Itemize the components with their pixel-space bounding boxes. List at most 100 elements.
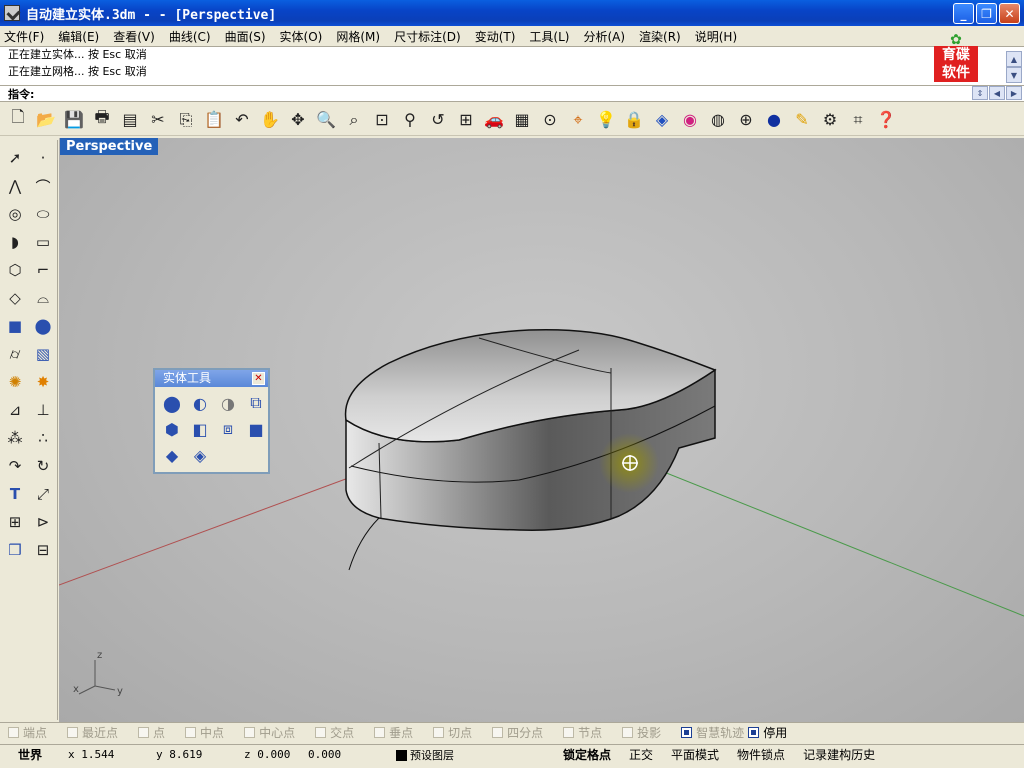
osnap-checkbox[interactable] <box>8 727 19 738</box>
rhino-app-icon[interactable] <box>4 5 20 21</box>
osnap-knot[interactable]: 节点 <box>563 724 602 741</box>
pen-icon[interactable]: ✎ <box>790 108 814 132</box>
minimize-button[interactable]: _ <box>953 3 974 24</box>
arc-icon[interactable]: ◗ <box>3 230 27 254</box>
history-scroll-down-icon[interactable]: ▼ <box>1006 67 1022 83</box>
menu-tools[interactable]: 工具(L) <box>529 28 569 45</box>
ortho-toggle[interactable]: 正交 <box>620 746 662 763</box>
properties-icon[interactable]: ▤ <box>118 108 142 132</box>
zoom-dynamic-icon[interactable]: 🔍 <box>314 108 338 132</box>
dimension-icon[interactable]: ⌗ <box>846 108 870 132</box>
pan-icon[interactable]: ✋ <box>258 108 282 132</box>
menu-dimension[interactable]: 尺寸标注(D) <box>394 28 461 45</box>
undo-icon[interactable]: ↶ <box>230 108 254 132</box>
scale-icon[interactable]: ↻ <box>31 454 55 478</box>
osnap-checkbox[interactable] <box>185 727 197 738</box>
four-viewports-icon[interactable]: ⊞ <box>454 108 478 132</box>
rotate-icon[interactable]: ↷ <box>3 454 27 478</box>
boolean-difference-icon[interactable]: ◐ <box>188 391 212 415</box>
help-icon[interactable]: ❓ <box>874 108 898 132</box>
array-icon[interactable]: ∴ <box>31 426 55 450</box>
osnap-icon[interactable]: ⌖ <box>566 108 590 132</box>
text-icon[interactable]: T <box>3 482 27 506</box>
osnap-near[interactable]: 最近点 <box>67 724 118 741</box>
cap-holes-icon[interactable]: ◧ <box>188 417 212 441</box>
light-icon[interactable]: 💡 <box>594 108 618 132</box>
transform-gear-icon[interactable]: ✺ <box>3 370 27 394</box>
cylinder-icon[interactable]: ⌭ <box>3 342 27 366</box>
menu-edit[interactable]: 编辑(E) <box>58 28 99 45</box>
osnap-tan[interactable]: 切点 <box>433 724 472 741</box>
undo-view-icon[interactable]: ↺ <box>426 108 450 132</box>
menu-mesh[interactable]: 网格(M) <box>336 28 380 45</box>
osnap-checkbox[interactable] <box>563 727 575 738</box>
chamfer-edge-icon[interactable]: ◈ <box>188 443 212 467</box>
grid-snap-toggle[interactable]: 锁定格点 <box>554 746 620 763</box>
rotate-view-icon[interactable]: ✥ <box>286 108 310 132</box>
shell-icon[interactable]: ⧈ <box>216 417 240 441</box>
ellipse-icon[interactable]: ⬭ <box>31 202 55 226</box>
polygon-icon[interactable]: ⬡ <box>3 258 27 282</box>
osnap-perp[interactable]: 垂点 <box>374 724 413 741</box>
solid-tools-title[interactable]: 实体工具 ✕ <box>155 370 268 387</box>
planar-toggle[interactable]: 平面模式 <box>662 746 728 763</box>
osnap-quad[interactable]: 四分点 <box>492 724 543 741</box>
new-icon[interactable]: 🗋 <box>6 107 30 132</box>
close-button[interactable]: ✕ <box>999 3 1020 24</box>
rectangle-icon[interactable]: ▭ <box>31 230 55 254</box>
zoom-selected-icon[interactable]: ⚲ <box>398 108 422 132</box>
boolean-split-icon[interactable]: ⧉ <box>244 391 268 415</box>
menu-render[interactable]: 渲染(R) <box>639 28 681 45</box>
osnap-checkbox[interactable] <box>315 727 327 738</box>
osnap-checkbox[interactable] <box>374 727 386 738</box>
osnap-checkbox[interactable] <box>138 727 150 738</box>
trim-icon[interactable]: ⊿ <box>3 398 27 422</box>
menu-solid[interactable]: 实体(O) <box>280 28 323 45</box>
zoom-window-icon[interactable]: ⌕ <box>342 108 366 132</box>
menu-file[interactable]: 文件(F) <box>4 28 44 45</box>
select-arrow-icon[interactable]: ➚ <box>3 146 27 170</box>
osnap-smarttrack[interactable]: 智慧轨迹 <box>681 724 744 741</box>
osnap-checkbox[interactable] <box>681 727 693 738</box>
paste-icon[interactable]: 📋 <box>202 108 226 132</box>
menu-transform[interactable]: 变动(T) <box>475 28 516 45</box>
dimension-ruler-icon[interactable]: ⊟ <box>31 538 55 562</box>
solid-tools-close-button[interactable]: ✕ <box>252 372 265 385</box>
grid-plane-icon[interactable]: ▦ <box>510 108 534 132</box>
car-icon[interactable]: 🚗 <box>482 108 506 132</box>
settings-gear-icon[interactable]: ⚙ <box>818 108 842 132</box>
osnap-disable[interactable]: 停用 <box>748 724 787 741</box>
cplane-icon[interactable]: ⊙ <box>538 108 562 132</box>
save-icon[interactable]: 💾 <box>62 108 86 132</box>
command-input[interactable] <box>38 86 919 101</box>
boolean-union-icon[interactable]: ⬤ <box>160 391 184 415</box>
record-history-toggle[interactable]: 记录建构历史 <box>794 746 884 763</box>
print-icon[interactable]: 🖶 <box>90 107 114 132</box>
current-layer[interactable]: 预设图层 <box>388 747 554 763</box>
menu-surface[interactable]: 曲面(S) <box>225 28 266 45</box>
osnap-int[interactable]: 交点 <box>315 724 354 741</box>
osnap-toggle[interactable]: 物件锁点 <box>728 746 794 763</box>
osnap-center[interactable]: 中心点 <box>244 724 295 741</box>
restore-button[interactable]: ❐ <box>976 3 997 24</box>
open-icon[interactable]: 📂 <box>34 108 58 132</box>
mirror-icon[interactable]: ⊳ <box>31 510 55 534</box>
osnap-checkbox[interactable] <box>748 727 760 738</box>
move-icon[interactable]: ⤢ <box>31 482 55 506</box>
menu-curve[interactable]: 曲线(C) <box>169 28 211 45</box>
osnap-checkbox[interactable] <box>433 727 445 738</box>
solid-cube-icon[interactable]: ❒ <box>3 538 27 562</box>
color-icon[interactable]: ◉ <box>678 108 702 132</box>
menu-view[interactable]: 查看(V) <box>113 28 155 45</box>
extract-surface-icon[interactable]: ⬢ <box>160 417 184 441</box>
surface-corner-icon[interactable]: ◇ <box>3 286 27 310</box>
polyline-icon[interactable]: ⋀ <box>3 174 27 198</box>
surface-extrude-icon[interactable]: ⌓ <box>31 286 55 310</box>
curve-icon[interactable]: ⌒ <box>31 174 55 198</box>
osnap-point[interactable]: 点 <box>138 724 165 741</box>
osnap-project[interactable]: 投影 <box>622 724 661 741</box>
history-spin-icon[interactable]: ⇕ <box>972 86 988 100</box>
point-icon[interactable]: · <box>31 146 55 170</box>
box-icon[interactable]: ■ <box>3 314 27 338</box>
explode-icon[interactable]: ✸ <box>31 370 55 394</box>
